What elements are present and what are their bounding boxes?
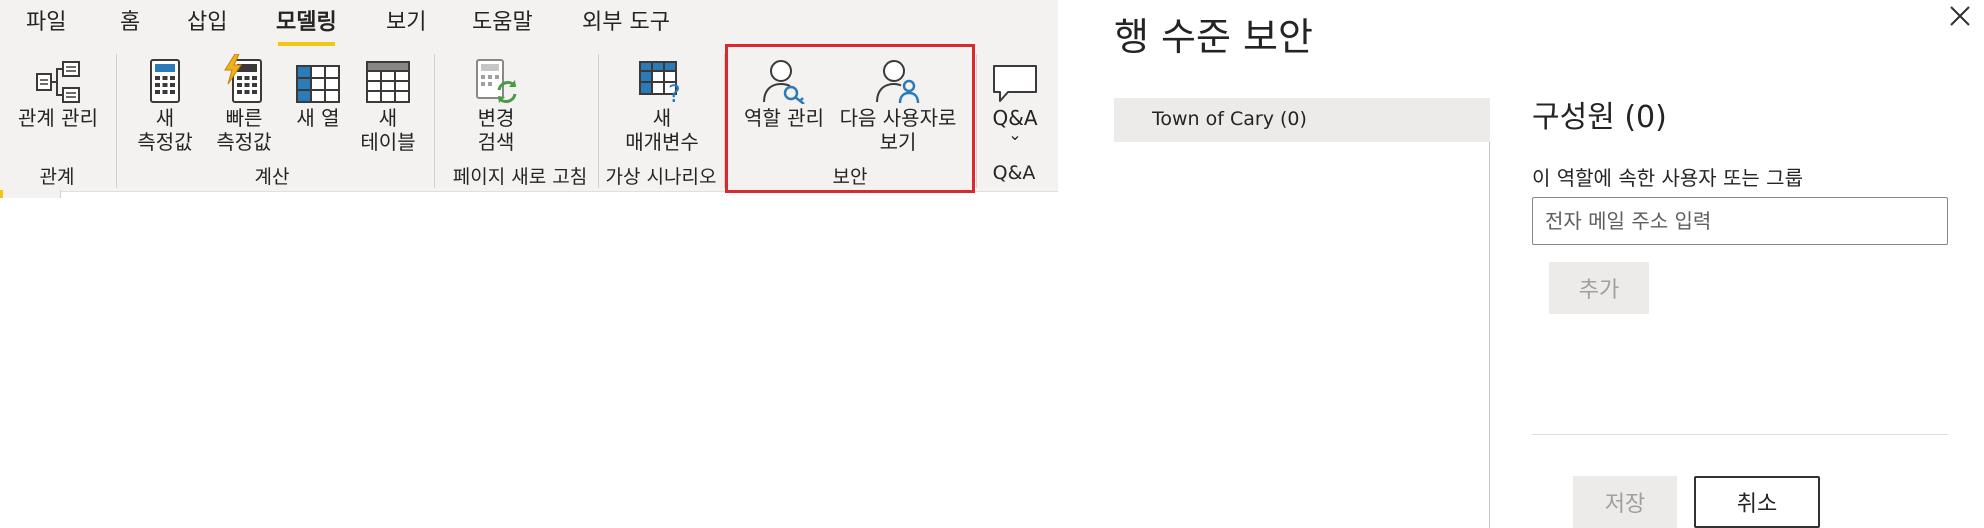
manage-relationships-label: 관계 관리 xyxy=(18,106,98,130)
manage-roles-label: 역할 관리 xyxy=(744,106,824,130)
lightning-calculator-icon xyxy=(224,54,262,103)
user-person-icon xyxy=(876,60,920,104)
tab-insert[interactable]: 삽입 xyxy=(187,4,227,40)
footer-divider xyxy=(1532,434,1948,435)
new-table-label: 새 테이블 xyxy=(360,106,416,154)
new-column-button[interactable]: 새 열 xyxy=(286,48,350,160)
close-button[interactable] xyxy=(1948,4,1972,28)
close-icon xyxy=(1950,6,1970,26)
view-as-label: 다음 사용자로 보기 xyxy=(839,106,957,154)
ribbon-tab-bar: 파일 홈 삽입 모델링 보기 도움말 외부 도구 xyxy=(0,0,1058,48)
add-member-button[interactable]: 추가 xyxy=(1549,262,1649,314)
group-label-what-if: 가상 시나리오 xyxy=(605,166,717,188)
new-column-label: 새 열 xyxy=(296,106,340,130)
tab-file[interactable]: 파일 xyxy=(26,4,66,40)
ribbon: 파일 홈 삽입 모델링 보기 도움말 외부 도구 관계 관리 관계 새 측정값 … xyxy=(0,0,1058,198)
table-column-icon xyxy=(296,65,340,103)
save-button[interactable]: 저장 xyxy=(1573,476,1677,528)
tab-home[interactable]: 홈 xyxy=(120,4,140,40)
new-table-button[interactable]: 새 테이블 xyxy=(352,48,424,160)
group-label-page-refresh: 페이지 새로 고침 xyxy=(452,166,588,188)
members-title: 구성원 (0) xyxy=(1532,100,1667,135)
tab-modeling[interactable]: 모델링 xyxy=(276,4,337,46)
email-input[interactable] xyxy=(1532,197,1948,245)
refresh-calculator-icon xyxy=(476,59,517,103)
qna-button[interactable]: Q&A ⌄ xyxy=(984,48,1046,160)
group-separator xyxy=(598,54,599,188)
group-label-calculations: 계산 xyxy=(254,166,290,188)
role-item[interactable]: Town of Cary (0) xyxy=(1114,98,1490,142)
new-parameter-label: 새 매개변수 xyxy=(625,106,699,154)
table-icon xyxy=(366,61,410,103)
app-window: 파일 홈 삽입 모델링 보기 도움말 외부 도구 관계 관리 관계 새 측정값 … xyxy=(0,0,1984,528)
group-label-security: 보안 xyxy=(832,166,868,188)
ribbon-groups: 관계 관리 관계 새 측정값 빠른 측정값 새 열 새 테이블 계산 변경 검색… xyxy=(0,48,1058,192)
tab-help[interactable]: 도움말 xyxy=(472,4,533,40)
user-key-icon xyxy=(763,60,805,104)
relationships-icon xyxy=(36,61,80,103)
group-separator xyxy=(976,54,977,188)
change-detection-label: 변경 검색 xyxy=(477,106,515,154)
svg-text:?: ? xyxy=(668,80,681,104)
cancel-button[interactable]: 취소 xyxy=(1694,476,1820,528)
new-parameter-button[interactable]: ? 새 매개변수 xyxy=(614,48,710,160)
change-detection-button[interactable]: 변경 검색 xyxy=(458,48,534,160)
dialog-title: 행 수준 보안 xyxy=(1114,15,1313,59)
view-as-button[interactable]: 다음 사용자로 보기 xyxy=(832,48,964,160)
group-separator xyxy=(724,54,725,188)
group-label-relationships: 관계 xyxy=(39,166,75,188)
tab-external-tools[interactable]: 외부 도구 xyxy=(582,4,670,40)
quick-measure-button[interactable]: 빠른 측정값 xyxy=(207,48,281,160)
quick-measure-label: 빠른 측정값 xyxy=(216,106,272,154)
manage-relationships-button[interactable]: 관계 관리 xyxy=(8,48,108,160)
chevron-down-icon: ⌄ xyxy=(1008,125,1022,144)
new-measure-button[interactable]: 새 측정값 xyxy=(130,48,200,160)
roles-list: Town of Cary (0) xyxy=(1114,98,1490,528)
speech-bubble-icon xyxy=(993,65,1037,102)
table-question-icon: ? xyxy=(639,61,681,104)
new-measure-label: 새 측정값 xyxy=(137,106,193,154)
members-subtitle: 이 역할에 속한 사용자 또는 그룹 xyxy=(1532,166,1803,190)
ribbon-bottom-tab-stub xyxy=(0,190,62,198)
group-separator xyxy=(116,54,117,188)
group-separator xyxy=(434,54,435,188)
tab-view[interactable]: 보기 xyxy=(386,4,426,40)
manage-roles-button[interactable]: 역할 관리 xyxy=(738,48,830,160)
group-label-qna: Q&A xyxy=(992,162,1036,184)
calculator-icon xyxy=(150,59,180,103)
